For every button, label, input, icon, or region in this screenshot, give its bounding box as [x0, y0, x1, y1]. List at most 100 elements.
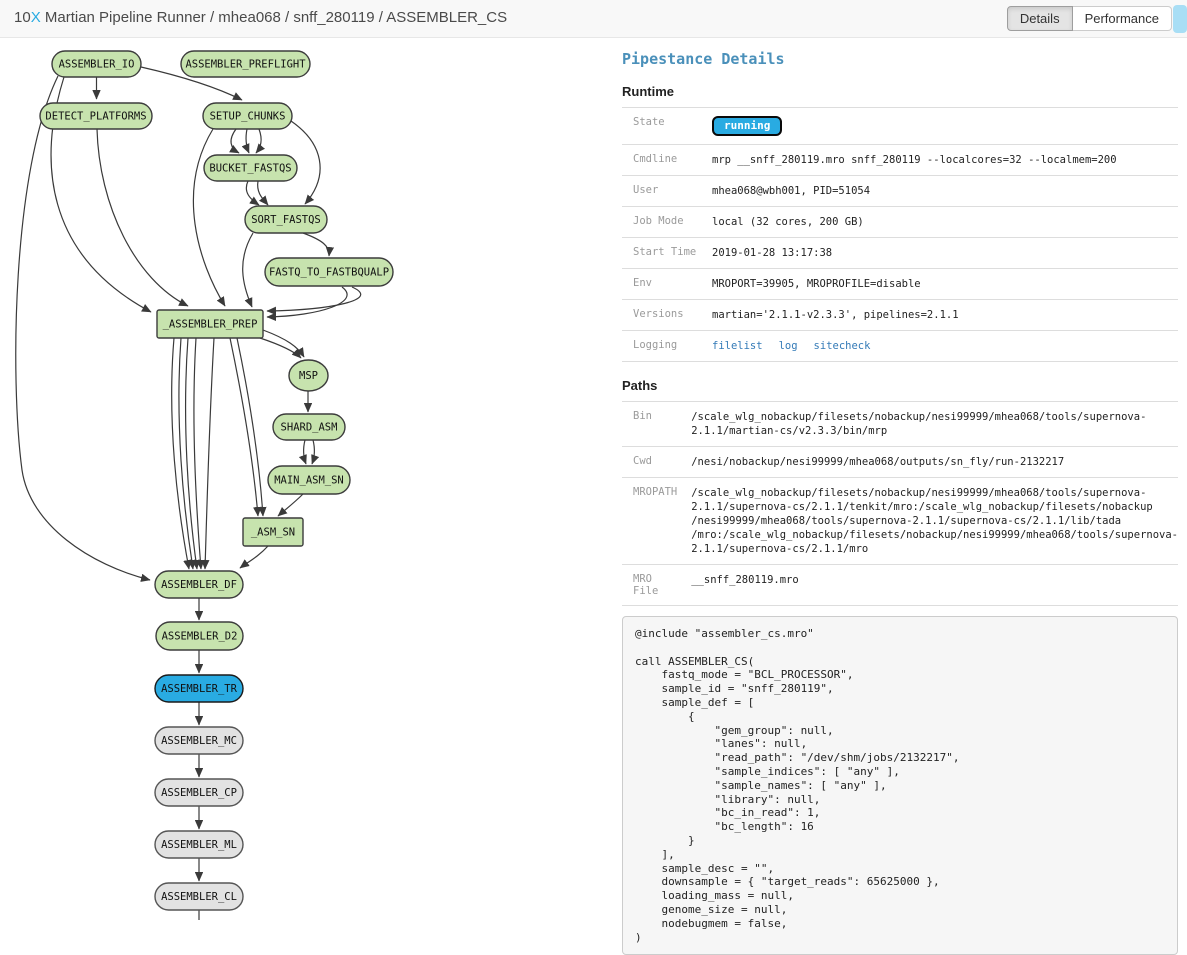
node-_ASSEMBLER_PREP[interactable]: _ASSEMBLER_PREP — [157, 310, 263, 338]
node-label: MAIN_ASM_SN — [274, 475, 344, 487]
state-badge: running — [712, 116, 782, 136]
graph-edge — [258, 181, 268, 205]
row-value: __snff_280119.mro — [681, 565, 1178, 606]
row-label: Cmdline — [622, 145, 702, 176]
node-ASSEMBLER_CL[interactable]: ASSEMBLER_CL — [155, 883, 243, 910]
paths-table: Bin/scale_wlg_nobackup/filesets/nobackup… — [622, 401, 1178, 606]
graph-edge — [194, 338, 201, 569]
graph-edge — [267, 287, 361, 311]
graph-edge — [186, 338, 197, 569]
details-button[interactable]: Details — [1007, 6, 1073, 31]
table-row: State running — [622, 108, 1178, 145]
table-row: Start Time2019-01-28 13:17:38 — [622, 238, 1178, 269]
table-row: Cmdlinemrp __snff_280119.mro snff_280119… — [622, 145, 1178, 176]
node-label: ASSEMBLER_IO — [59, 59, 135, 71]
row-value: mrp __snff_280119.mro snff_280119 --loca… — [702, 145, 1178, 176]
graph-edge — [16, 76, 150, 580]
table-row: Loggingfilelistlogsitecheck — [622, 331, 1178, 362]
row-label: MRO File — [622, 565, 681, 606]
graph-edge — [243, 233, 253, 307]
table-row: MROPATH/scale_wlg_nobackup/filesets/noba… — [622, 478, 1178, 565]
row-label: State — [622, 108, 702, 145]
brand-10: 10 — [14, 9, 31, 26]
node-label: SORT_FASTQS — [251, 214, 321, 226]
row-label: Env — [622, 269, 702, 300]
pipeline-graph: ASSEMBLER_IO ASSEMBLER_PREFLIGHT DETECT_PL… — [0, 0, 620, 920]
graph-edge — [240, 546, 268, 568]
graph-edge — [230, 338, 258, 516]
row-label: User — [622, 176, 702, 207]
panel-title: Pipestance Details — [622, 50, 1178, 68]
node-label: MSP — [299, 370, 318, 382]
table-row: EnvMROPORT=39905, MROPROFILE=disable — [622, 269, 1178, 300]
row-value: local (32 cores, 200 GB) — [702, 207, 1178, 238]
breadcrumb: Martian Pipeline Runner / mhea068 / snff… — [41, 9, 507, 26]
node-label: ASSEMBLER_CL — [161, 891, 237, 903]
node-ASSEMBLER_PREFLIGHT[interactable]: ASSEMBLER_PREFLIGHT — [181, 51, 310, 77]
node-_ASM_SN[interactable]: _ASM_SN — [243, 518, 303, 546]
graph-edge — [205, 338, 214, 569]
node-ASSEMBLER_DF[interactable]: ASSEMBLER_DF — [155, 571, 243, 598]
node-label: SETUP_CHUNKS — [210, 111, 286, 123]
row-value: MROPORT=39905, MROPROFILE=disable — [702, 269, 1178, 300]
node-BUCKET_FASTQS[interactable]: BUCKET_FASTQS — [204, 155, 297, 181]
runtime-section-header: Runtime — [622, 84, 1178, 99]
graph-edge — [312, 440, 314, 464]
logging-link-filelist[interactable]: filelist — [712, 340, 763, 352]
node-label: ASSEMBLER_CP — [161, 787, 237, 799]
row-value: /scale_wlg_nobackup/filesets/nobackup/ne… — [681, 402, 1178, 447]
graph-edge — [303, 233, 329, 256]
node-ASSEMBLER_ML[interactable]: ASSEMBLER_ML — [155, 831, 243, 858]
table-row: Usermhea068@wbh001, PID=51054 — [622, 176, 1178, 207]
row-value: 2019-01-28 13:17:38 — [702, 238, 1178, 269]
table-row: Bin/scale_wlg_nobackup/filesets/nobackup… — [622, 402, 1178, 447]
node-ASSEMBLER_CP[interactable]: ASSEMBLER_CP — [155, 779, 243, 806]
node-ASSEMBLER_D2[interactable]: ASSEMBLER_D2 — [156, 622, 243, 650]
table-row: Cwd/nesi/nobackup/nesi99999/mhea068/outp… — [622, 447, 1178, 478]
logging-link-log[interactable]: log — [779, 340, 798, 352]
graph-edge — [304, 440, 306, 464]
node-label: ASSEMBLER_DF — [161, 579, 237, 591]
row-label: MROPATH — [622, 478, 681, 565]
row-label: Bin — [622, 402, 681, 447]
pipestance-details-panel: Pipestance Details Runtime State running C… — [622, 38, 1178, 955]
paths-section-header: Paths — [622, 378, 1178, 393]
node-label: ASSEMBLER_PREFLIGHT — [185, 59, 306, 71]
graph-edge — [260, 338, 301, 358]
focus-glow-fragment — [1173, 5, 1187, 33]
node-ASSEMBLER_TR[interactable]: ASSEMBLER_TR — [155, 675, 243, 702]
node-FASTQ_TO_FASTBQUALP[interactable]: FASTQ_TO_FASTBQUALP — [265, 258, 393, 286]
node-label: ASSEMBLER_TR — [161, 683, 238, 695]
graph-edge — [267, 287, 347, 317]
node-DETECT_PLATFORMS[interactable]: DETECT_PLATFORMS — [40, 103, 152, 129]
table-row: MRO File__snff_280119.mro — [622, 565, 1178, 606]
node-label: ASSEMBLER_ML — [161, 839, 237, 851]
row-label: Cwd — [622, 447, 681, 478]
table-row: Job Modelocal (32 cores, 200 GB) — [622, 207, 1178, 238]
top-navbar: 10X Martian Pipeline Runner / mhea068 / … — [0, 0, 1187, 38]
performance-button[interactable]: Performance — [1073, 6, 1172, 31]
row-label: Job Mode — [622, 207, 702, 238]
node-MSP[interactable]: MSP — [289, 360, 328, 391]
mro-code-block: @include "assembler_cs.mro" call ASSEMBL… — [622, 616, 1178, 955]
node-label: ASSEMBLER_MC — [161, 735, 237, 747]
graph-edge — [278, 494, 303, 516]
node-label: _ASSEMBLER_PREP — [163, 319, 258, 331]
node-SORT_FASTQS[interactable]: SORT_FASTQS — [245, 206, 327, 233]
node-label: ASSEMBLER_D2 — [162, 631, 238, 643]
node-MAIN_ASM_SN[interactable]: MAIN_ASM_SN — [268, 466, 350, 494]
graph-edge — [97, 129, 188, 306]
graph-edge — [231, 129, 239, 153]
brand-x: X — [31, 9, 41, 26]
graph-edge — [263, 330, 304, 357]
node-ASSEMBLER_IO[interactable]: ASSEMBLER_IO — [52, 51, 141, 77]
table-row: Versionsmartian='2.1.1-v2.3.3', pipeline… — [622, 300, 1178, 331]
node-SHARD_ASM[interactable]: SHARD_ASM — [273, 414, 345, 440]
node-label: SHARD_ASM — [281, 422, 338, 434]
node-ASSEMBLER_MC[interactable]: ASSEMBLER_MC — [155, 727, 243, 754]
graph-edge — [246, 129, 249, 153]
logging-link-sitecheck[interactable]: sitecheck — [814, 340, 871, 352]
row-value: martian='2.1.1-v2.3.3', pipelines=2.1.1 — [702, 300, 1178, 331]
node-SETUP_CHUNKS[interactable]: SETUP_CHUNKS — [203, 103, 292, 129]
row-label: Versions — [622, 300, 702, 331]
